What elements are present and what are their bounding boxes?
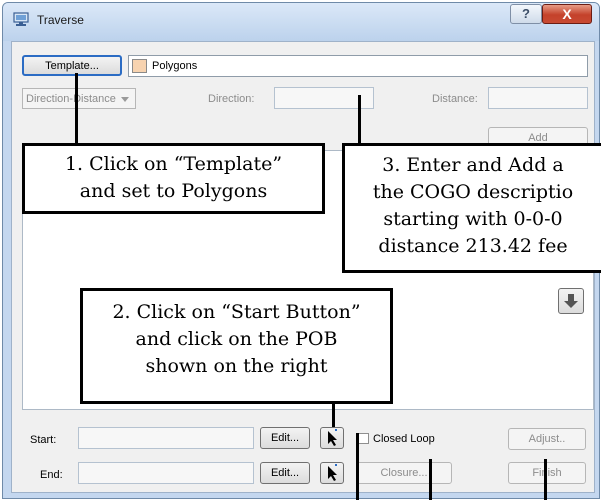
start-edit-button[interactable]: Edit... — [260, 427, 310, 449]
callout-2-start-button: 2. Click on “Start Button” and click on … — [80, 288, 393, 404]
callout-3-leader-line — [358, 95, 361, 145]
callout-1-template: 1. Click on “Template” and set to Polygo… — [22, 143, 325, 214]
pointer-arrow-icon — [328, 464, 337, 481]
start-pick-button[interactable] — [320, 427, 344, 449]
callout-2-line-2: and click on the POB — [135, 328, 338, 350]
traverse-app-icon — [13, 12, 29, 26]
start-label: Start: — [30, 434, 57, 446]
close-button[interactable]: X — [542, 4, 592, 24]
bottom-leader-line-3 — [544, 459, 547, 500]
callout-3-cogo: 3. Enter and Add a the COGO descriptio s… — [342, 143, 601, 273]
template-name: Polygons — [152, 60, 198, 72]
callout-3-line-4: distance 213.42 fee — [378, 235, 568, 257]
callout-3-line-3: starting with 0-0-0 — [383, 208, 563, 230]
distance-label: Distance: — [432, 93, 478, 105]
end-label: End: — [40, 469, 63, 481]
end-pick-button[interactable] — [320, 462, 344, 484]
distance-field[interactable] — [488, 87, 588, 109]
callout-2-line-3: shown on the right — [145, 355, 328, 377]
window-title: Traverse — [37, 13, 84, 27]
closure-button[interactable]: Closure... — [356, 462, 452, 484]
input-mode-dropdown[interactable]: Direction-Distance — [22, 88, 136, 109]
adjust-button[interactable]: Adjust.. — [508, 428, 586, 450]
callout-3-line-2: the COGO descriptio — [372, 181, 574, 203]
chevron-down-icon — [121, 97, 129, 102]
template-color-swatch — [132, 59, 147, 73]
input-mode-selected: Direction-Distance — [26, 93, 116, 105]
callout-2-leader-line — [332, 403, 335, 427]
closed-loop-checkbox[interactable] — [358, 433, 369, 444]
start-field[interactable] — [78, 427, 254, 449]
closed-loop-label: Closed Loop — [373, 433, 435, 445]
callout-1-line-1: 1. Click on “Template” — [64, 153, 283, 175]
pointer-arrow-icon — [328, 429, 337, 446]
direction-label: Direction: — [208, 93, 255, 105]
template-button[interactable]: Template... — [22, 55, 122, 76]
move-down-button[interactable] — [558, 288, 584, 314]
callout-2-line-1: 2. Click on “Start Button” — [112, 301, 361, 323]
template-field[interactable]: Polygons — [128, 55, 588, 77]
callout-1-line-2: and set to Polygons — [79, 180, 268, 202]
callout-1-leader-line — [75, 73, 78, 145]
finish-button[interactable]: Finish — [508, 462, 586, 484]
bottom-leader-line-2 — [429, 459, 432, 500]
arrow-down-icon — [564, 294, 578, 308]
end-edit-button[interactable]: Edit... — [260, 462, 310, 484]
title-bar: Traverse ? X — [3, 3, 599, 41]
end-field[interactable] — [78, 462, 254, 484]
callout-3-line-1: 3. Enter and Add a — [382, 154, 564, 176]
help-button[interactable]: ? — [510, 4, 542, 24]
bottom-leader-line-1 — [356, 433, 359, 500]
